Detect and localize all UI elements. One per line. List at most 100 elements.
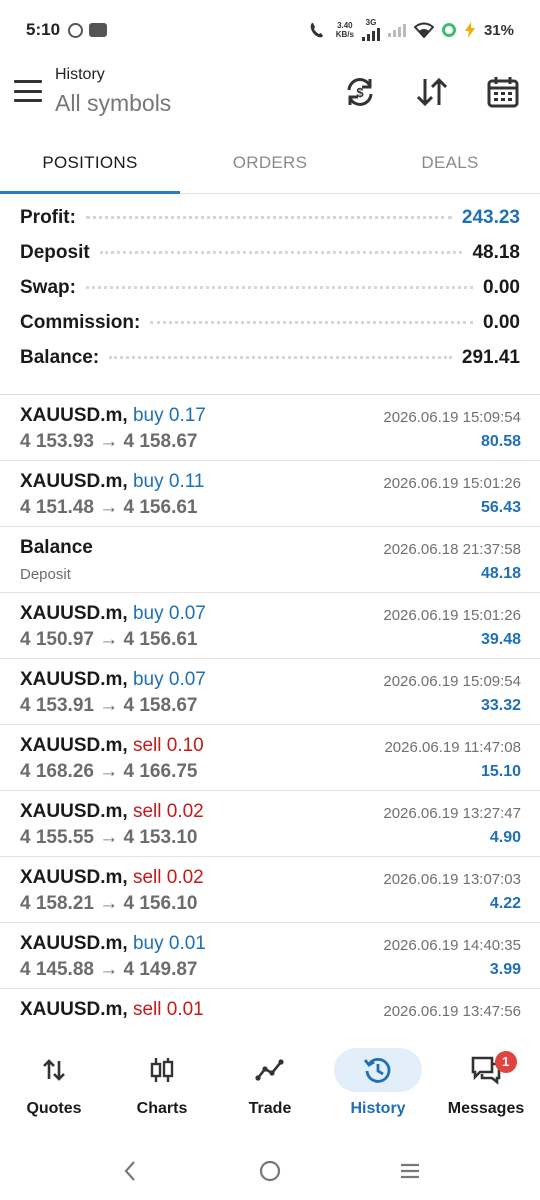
row-symbol: Balance (20, 537, 93, 558)
positions-list: XAUUSD.m, buy 0.17 4 153.93 → 4 158.67 2… (0, 395, 540, 1055)
list-item[interactable]: XAUUSD.m, buy 0.11 4 151.48 → 4 156.61 2… (0, 461, 540, 527)
tab-orders[interactable]: ORDERS (180, 140, 360, 193)
list-item-balance[interactable]: Balance Deposit 2026.06.18 21:37:58 48.1… (0, 527, 540, 593)
home-icon[interactable] (250, 1151, 290, 1191)
row-prices: 4 153.91 → 4 158.67 (20, 695, 198, 716)
nav-label: Charts (136, 1100, 188, 1117)
row-comment: Deposit (20, 566, 71, 583)
row-symbol: XAUUSD.m, (20, 933, 128, 954)
row-time: 2026.06.18 21:37:58 (383, 541, 521, 558)
summary-value: 243.23 (461, 207, 520, 228)
network-speed-unit: KB/s (335, 30, 354, 39)
row-time: 2026.06.19 13:47:56 (383, 1003, 521, 1020)
status-ring-icon (441, 23, 456, 37)
summary-value: 48.18 (472, 242, 520, 263)
summary-value: 0.00 (483, 277, 520, 298)
row-direction: sell 0.02 (132, 867, 204, 888)
system-navigation (0, 1142, 540, 1200)
bottom-navigation: Quotes Charts Trade History 1 Messages (0, 1040, 540, 1138)
wifi-call-icon (310, 23, 323, 38)
row-prices: 4 155.55 → 4 153.10 (20, 827, 198, 848)
summary-label: Profit: (20, 207, 76, 228)
row-prices: 4 158.21 → 4 156.10 (20, 893, 198, 914)
list-item[interactable]: XAUUSD.m, sell 0.02 4 158.21 → 4 156.10 … (0, 857, 540, 923)
header-subtitle: History (55, 66, 105, 83)
summary-label: Deposit (20, 242, 90, 263)
nav-trade[interactable]: Trade (216, 1040, 324, 1138)
summary-balance: Balance: 291.41 (0, 347, 540, 382)
row-symbol: XAUUSD.m, (20, 669, 128, 690)
row-symbol: XAUUSD.m, (20, 603, 128, 624)
nav-label: History (350, 1100, 406, 1117)
sync-icon[interactable]: $ (340, 72, 380, 112)
battery-level: 31% (483, 21, 514, 39)
summary-deposit: Deposit 48.18 (0, 242, 540, 277)
candlestick-icon (142, 1054, 182, 1086)
app-header: History All symbols $ (0, 60, 540, 130)
summary-label: Swap: (20, 277, 76, 298)
symbol-filter[interactable]: All symbols (55, 90, 171, 117)
row-profit: 56.43 (480, 499, 521, 516)
row-prices: 4 153.93 → 4 158.67 (20, 431, 198, 452)
summary-value: 291.41 (461, 347, 520, 368)
nav-label: Messages (447, 1100, 525, 1117)
row-time: 2026.06.19 15:01:26 (383, 607, 521, 624)
tab-positions[interactable]: POSITIONS (0, 140, 180, 194)
calendar-icon[interactable] (483, 72, 523, 112)
summary-profit: Profit: 243.23 (0, 207, 540, 242)
back-icon[interactable] (110, 1151, 150, 1191)
summary-label: Balance: (20, 347, 100, 368)
row-direction: buy 0.07 (132, 603, 206, 624)
menu-icon[interactable] (14, 80, 42, 102)
row-profit: 4.22 (489, 895, 521, 912)
trend-line-icon (250, 1054, 290, 1086)
row-symbol: XAUUSD.m, (20, 471, 128, 492)
row-profit: 39.48 (480, 631, 521, 648)
row-prices: 4 168.26 → 4 166.75 (20, 761, 198, 782)
row-time: 2026.06.19 15:09:54 (383, 409, 521, 426)
row-direction: buy 0.11 (132, 471, 205, 492)
list-item[interactable]: XAUUSD.m, buy 0.07 4 150.97 → 4 156.61 2… (0, 593, 540, 659)
notification-app-icon (89, 23, 108, 37)
signal-2-icon (387, 23, 406, 37)
nav-quotes[interactable]: Quotes (0, 1040, 108, 1138)
row-direction: sell 0.01 (132, 999, 204, 1020)
row-symbol: XAUUSD.m, (20, 801, 128, 822)
row-prices: 4 150.97 → 4 156.61 (20, 629, 198, 650)
row-direction: buy 0.17 (132, 405, 206, 426)
nav-messages[interactable]: 1 Messages (432, 1040, 540, 1138)
row-symbol: XAUUSD.m, (20, 735, 128, 756)
row-profit: 80.58 (480, 433, 521, 450)
row-time: 2026.06.19 13:27:47 (383, 805, 521, 822)
row-profit: 3.99 (489, 961, 521, 978)
network-type: 3G (365, 18, 377, 27)
quotes-icon (34, 1054, 74, 1086)
status-bar: 5:10 3.40 KB/s 3G 31% (0, 0, 540, 60)
row-prices: 4 145.88 → 4 149.87 (20, 959, 198, 980)
whatsapp-icon (68, 22, 84, 38)
row-time: 2026.06.19 15:09:54 (383, 673, 521, 690)
history-icon (358, 1054, 398, 1086)
recents-icon[interactable] (390, 1151, 430, 1191)
list-item[interactable]: XAUUSD.m, buy 0.17 4 153.93 → 4 158.67 2… (0, 395, 540, 461)
row-profit: 48.18 (480, 565, 521, 582)
row-time: 2026.06.19 11:47:08 (384, 739, 521, 756)
list-item[interactable]: XAUUSD.m, buy 0.07 4 153.91 → 4 158.67 2… (0, 659, 540, 725)
nav-charts[interactable]: Charts (108, 1040, 216, 1138)
nav-history[interactable]: History (324, 1040, 432, 1138)
status-time: 5:10 (26, 20, 61, 39)
row-direction: buy 0.07 (132, 669, 206, 690)
row-profit: 4.90 (489, 829, 521, 846)
nav-label: Trade (248, 1100, 292, 1117)
list-item[interactable]: XAUUSD.m, buy 0.01 4 145.88 → 4 149.87 2… (0, 923, 540, 989)
row-time: 2026.06.19 15:01:26 (383, 475, 521, 492)
list-item[interactable]: XAUUSD.m, sell 0.02 4 155.55 → 4 153.10 … (0, 791, 540, 857)
tab-deals[interactable]: DEALS (360, 140, 540, 193)
list-item[interactable]: XAUUSD.m, sell 0.10 4 168.26 → 4 166.75 … (0, 725, 540, 791)
row-direction: sell 0.02 (132, 801, 204, 822)
unread-badge: 1 (494, 1051, 517, 1073)
sort-icon[interactable] (412, 72, 452, 112)
row-symbol: XAUUSD.m, (20, 867, 128, 888)
row-profit: 15.10 (480, 763, 521, 780)
summary-value: 0.00 (483, 312, 520, 333)
